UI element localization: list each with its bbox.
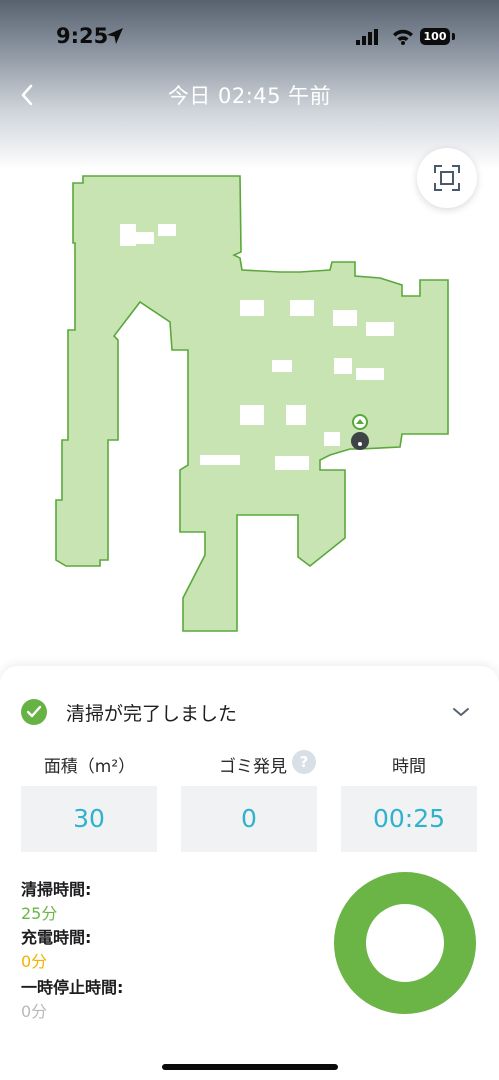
charging-time-value: 0分	[21, 952, 48, 971]
chevron-down-icon[interactable]	[452, 706, 470, 718]
area-label: 面積（m²）	[43, 757, 136, 777]
status-bar: 9:25 100	[0, 0, 499, 70]
status-text: 清掃が完了しました	[66, 703, 238, 725]
pause-time-label: 一時停止時間:	[21, 978, 124, 997]
battery-indicator: 100	[420, 28, 450, 45]
check-circle-icon	[21, 699, 47, 725]
home-indicator	[162, 1064, 338, 1070]
cleaning-time-legend: 清掃時間: 25分	[21, 876, 91, 924]
cellular-signal-icon	[356, 29, 378, 45]
cleaning-map[interactable]	[0, 160, 499, 640]
location-arrow-icon	[107, 28, 123, 44]
charging-time-label: 充電時間:	[21, 928, 92, 947]
wifi-icon	[393, 29, 413, 45]
page-title: 今日 02:45 午前	[167, 84, 332, 108]
debris-label: ゴミ発見	[219, 757, 287, 777]
time-value: 00:25	[341, 786, 477, 852]
dock-marker-icon	[352, 414, 368, 430]
time-breakdown-donut	[334, 872, 476, 1014]
robot-position-icon	[351, 432, 369, 450]
pause-time-value: 0分	[21, 1002, 48, 1021]
pause-time-legend: 一時停止時間: 0分	[21, 974, 123, 1022]
cleaning-time-value: 25分	[21, 904, 58, 923]
status-time: 9:25	[56, 24, 109, 48]
debris-value: 0	[181, 786, 317, 852]
battery-tip	[452, 33, 455, 40]
charging-time-legend: 充電時間: 0分	[21, 924, 91, 972]
help-icon[interactable]: ?	[292, 750, 316, 774]
cleaned-area	[55, 175, 449, 632]
cleaning-summary-panel: 清掃が完了しました 面積（m²） ゴミ発見 ? 時間 30 0 00:25 清掃…	[0, 666, 499, 1080]
cleaning-time-label: 清掃時間:	[21, 880, 92, 899]
time-label: 時間	[392, 757, 426, 777]
cleaning-time-arc	[334, 872, 476, 1014]
area-value: 30	[21, 786, 157, 852]
